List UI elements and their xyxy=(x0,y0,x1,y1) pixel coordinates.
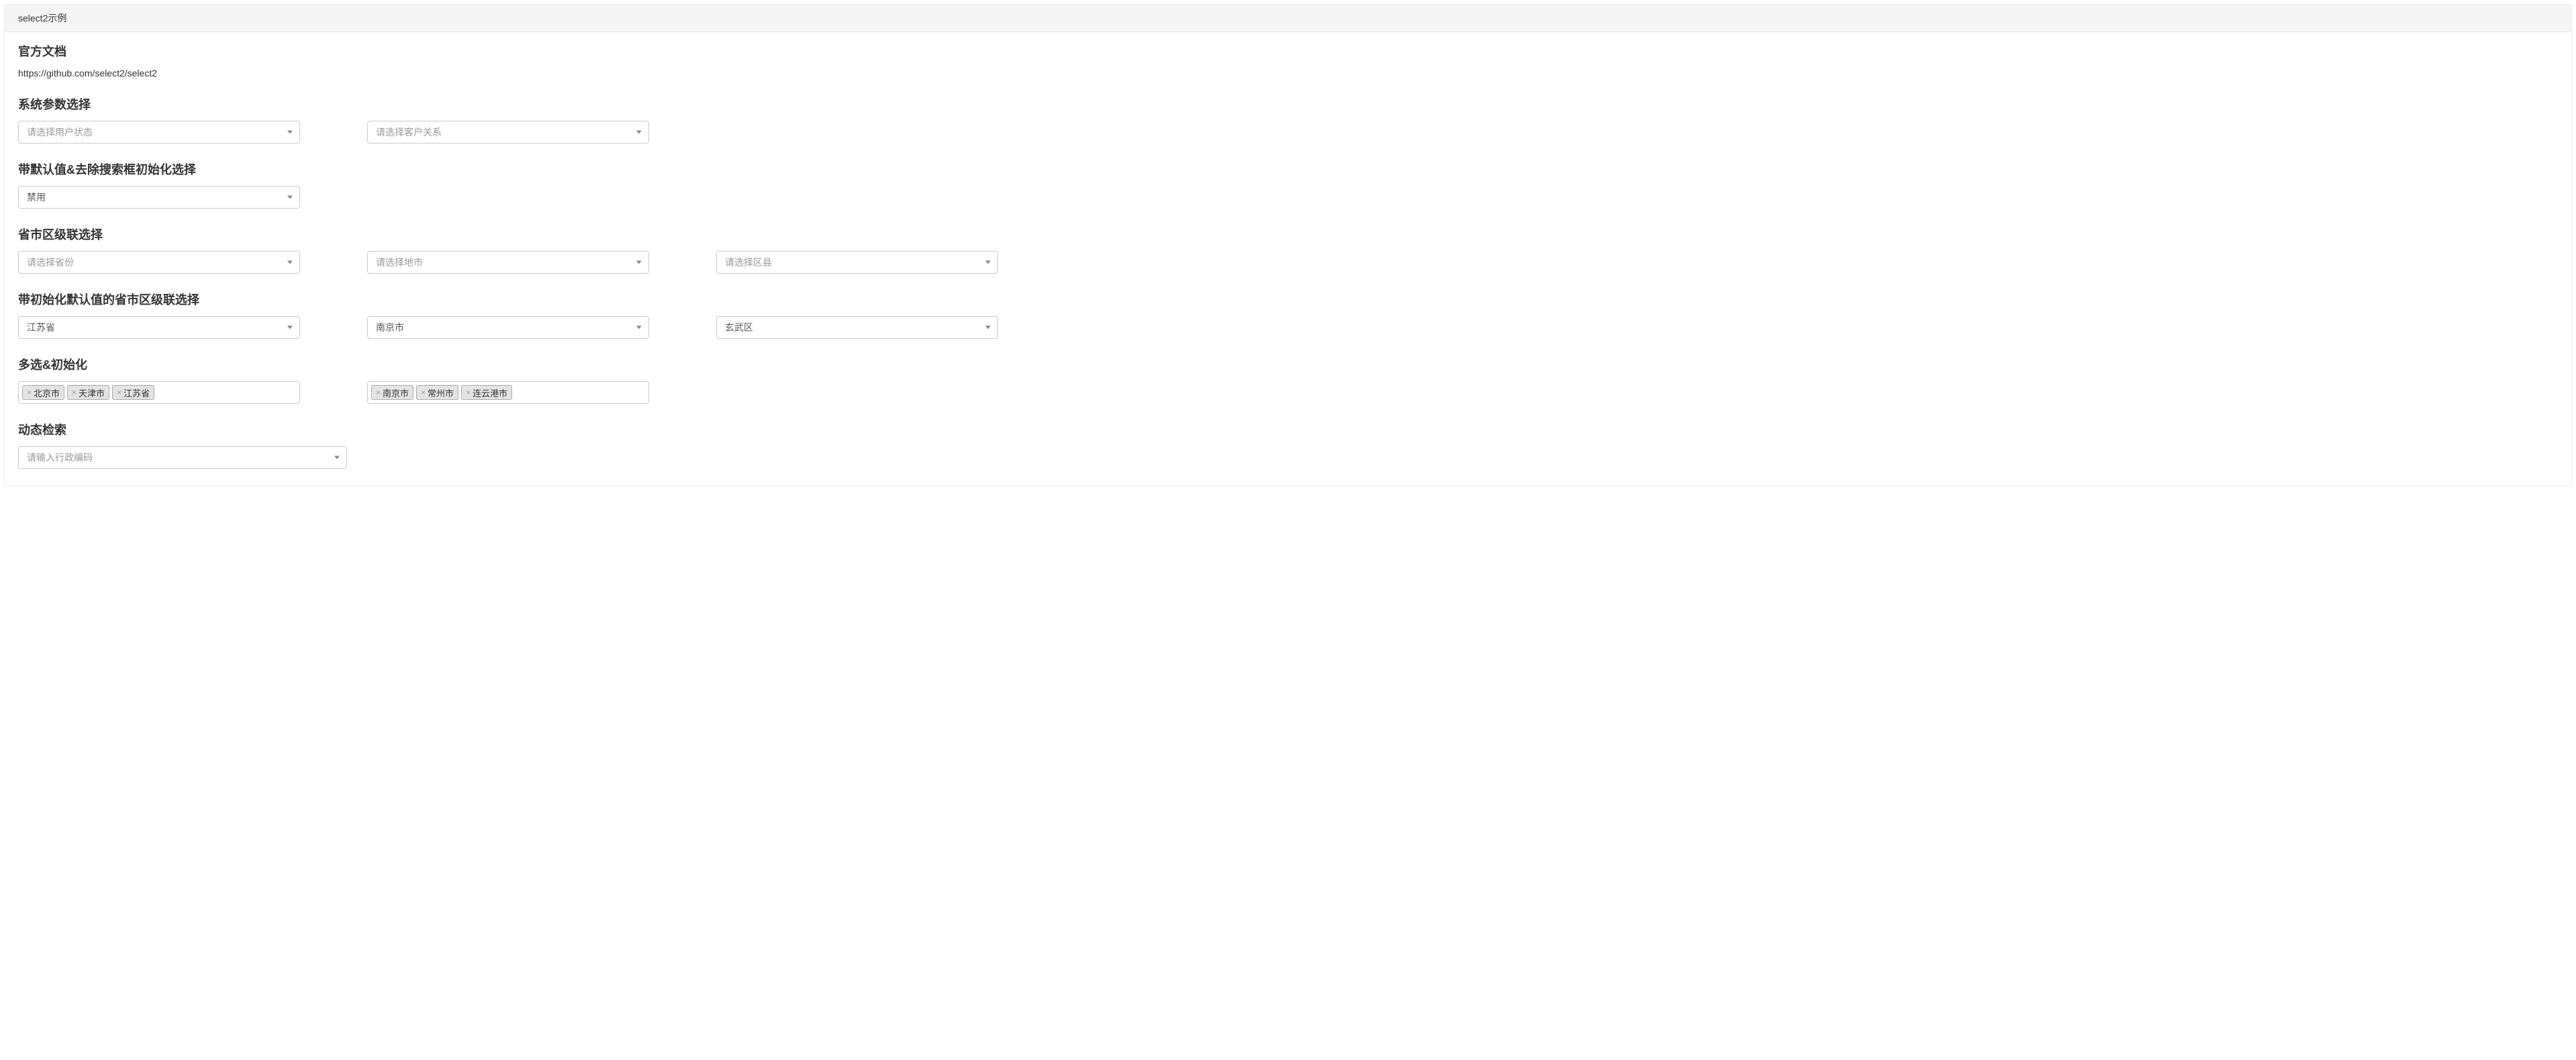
user-status-select[interactable]: 请选择用户状态 xyxy=(18,121,300,144)
tag-label: 北京市 xyxy=(34,386,60,399)
cascader-heading: 省市区级联选择 xyxy=(18,225,2558,243)
chevron-down-icon xyxy=(636,131,642,134)
chevron-down-icon xyxy=(636,326,642,329)
remove-icon[interactable]: × xyxy=(421,388,426,396)
default-nosearch-value: 禁用 xyxy=(27,191,46,204)
remove-icon[interactable]: × xyxy=(117,388,121,396)
district-select[interactable]: 请选择区县 xyxy=(716,251,998,274)
sys-params-heading: 系统参数选择 xyxy=(18,95,2558,113)
multi-heading: 多选&初始化 xyxy=(18,356,2558,373)
panel-body: 官方文档 https://github.com/select2/select2 … xyxy=(5,32,2571,486)
remove-icon[interactable]: × xyxy=(376,388,381,396)
chevron-down-icon xyxy=(985,326,991,329)
tag-label: 天津市 xyxy=(79,386,105,399)
chevron-down-icon xyxy=(287,261,293,264)
chevron-down-icon xyxy=(985,261,991,264)
chevron-down-icon xyxy=(287,196,293,199)
demo-panel: select2示例 官方文档 https://github.com/select… xyxy=(4,4,2572,486)
province-default-select[interactable]: 江苏省 xyxy=(18,316,300,339)
city-placeholder: 请选择地市 xyxy=(376,256,423,269)
tag-label: 南京市 xyxy=(383,386,409,399)
chevron-down-icon xyxy=(287,326,293,329)
multi-province-select[interactable]: × 北京市 × 天津市 × 江苏省 xyxy=(18,381,300,404)
user-status-placeholder: 请选择用户状态 xyxy=(27,125,93,139)
default-nosearch-heading: 带默认值&去除搜索框初始化选择 xyxy=(18,160,2558,178)
cascader-default-heading: 带初始化默认值的省市区级联选择 xyxy=(18,290,2558,308)
dynamic-search-select[interactable]: 请输入行政编码 xyxy=(18,446,347,469)
tag-label: 常州市 xyxy=(428,386,454,399)
district-placeholder: 请选择区县 xyxy=(725,256,772,269)
tag-label: 江苏省 xyxy=(123,386,150,399)
multi-city-select[interactable]: × 南京市 × 常州市 × 连云港市 xyxy=(367,381,649,404)
tag: × 北京市 xyxy=(22,385,64,400)
dynamic-heading: 动态检索 xyxy=(18,421,2558,438)
district-default-select[interactable]: 玄武区 xyxy=(716,316,998,339)
doc-link[interactable]: https://github.com/select2/select2 xyxy=(18,68,2558,78)
tag: × 连云港市 xyxy=(461,385,512,400)
city-default-value: 南京市 xyxy=(376,321,404,334)
city-select[interactable]: 请选择地市 xyxy=(367,251,649,274)
chevron-down-icon xyxy=(334,456,340,460)
province-select[interactable]: 请选择省份 xyxy=(18,251,300,274)
tag: × 南京市 xyxy=(371,385,413,400)
tag: × 常州市 xyxy=(416,385,458,400)
panel-title: select2示例 xyxy=(18,13,66,23)
dynamic-search-placeholder: 请输入行政编码 xyxy=(27,451,93,464)
remove-icon[interactable]: × xyxy=(466,388,470,396)
customer-relation-placeholder: 请选择客户关系 xyxy=(376,125,442,139)
doc-heading: 官方文档 xyxy=(18,42,2558,60)
panel-header: select2示例 xyxy=(5,5,2571,32)
remove-icon[interactable]: × xyxy=(27,388,32,396)
tag-label: 连云港市 xyxy=(473,386,507,399)
city-default-select[interactable]: 南京市 xyxy=(367,316,649,339)
chevron-down-icon xyxy=(287,131,293,134)
province-default-value: 江苏省 xyxy=(27,321,55,334)
tag: × 天津市 xyxy=(67,385,109,400)
province-placeholder: 请选择省份 xyxy=(27,256,74,269)
district-default-value: 玄武区 xyxy=(725,321,753,334)
default-nosearch-select[interactable]: 禁用 xyxy=(18,186,300,209)
chevron-down-icon xyxy=(636,261,642,264)
remove-icon[interactable]: × xyxy=(72,388,77,396)
tag: × 江苏省 xyxy=(112,385,154,400)
customer-relation-select[interactable]: 请选择客户关系 xyxy=(367,121,649,144)
